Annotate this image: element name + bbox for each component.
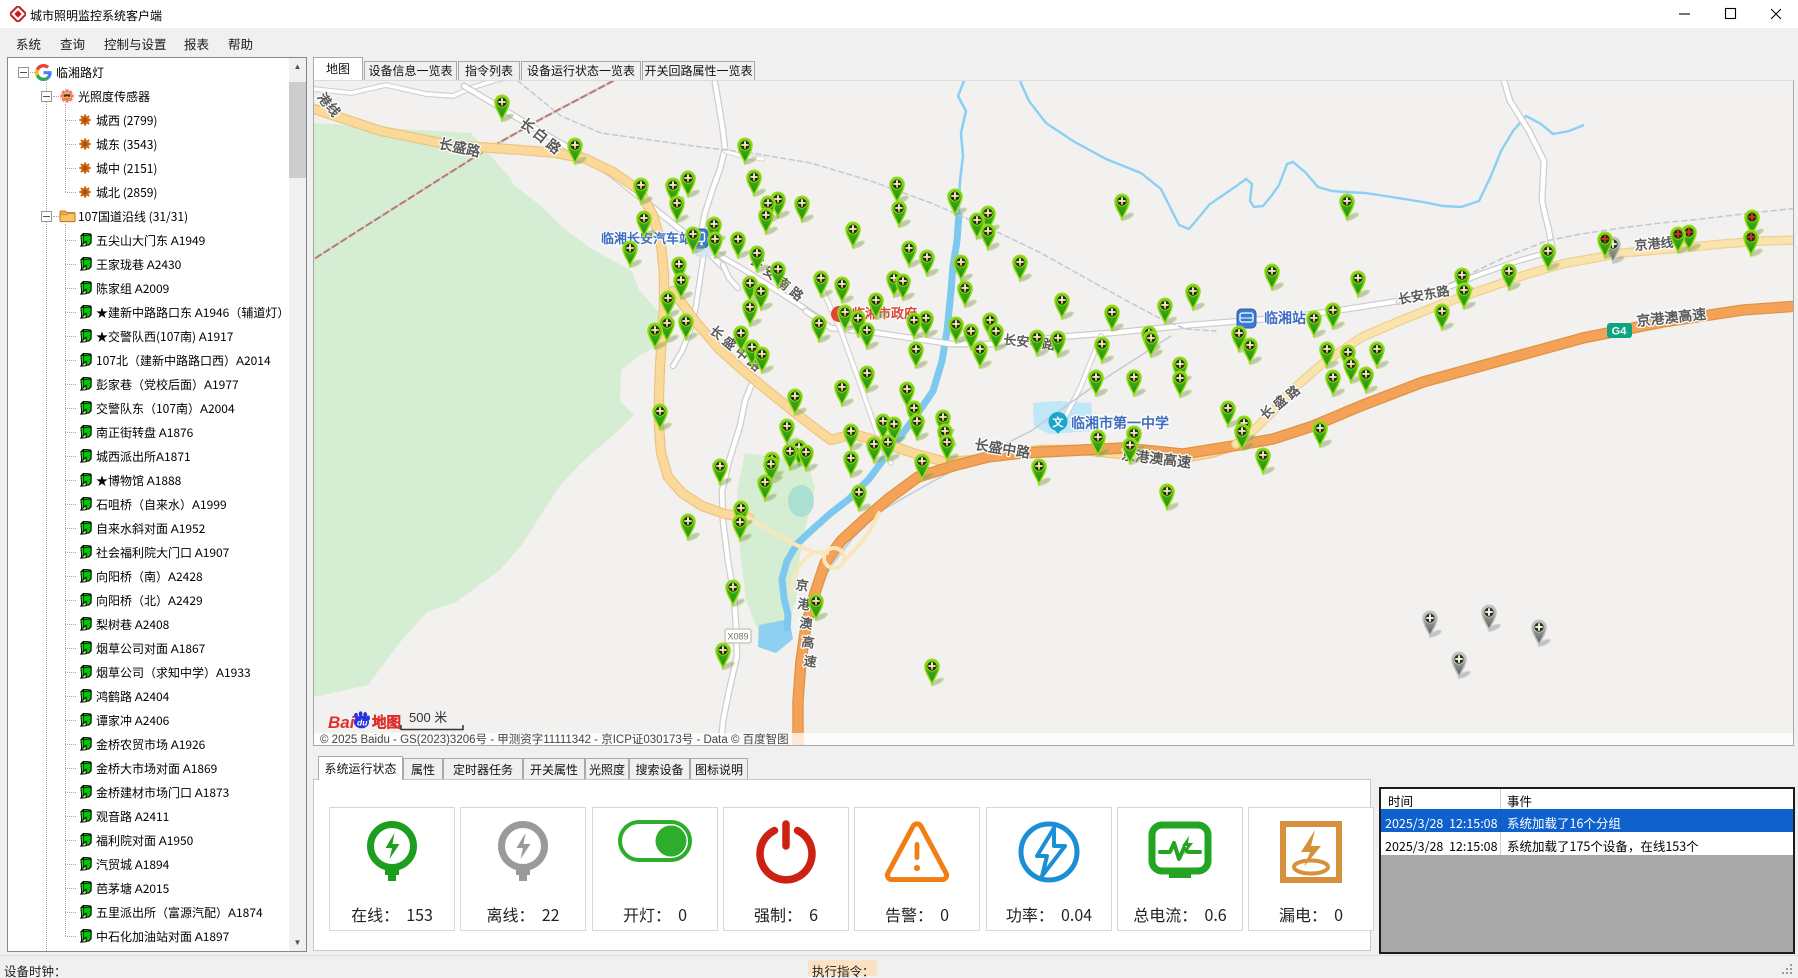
svg-text:临湘市第一中学: 临湘市第一中学 <box>1071 415 1169 431</box>
svg-text:© 2025 Baidu - GS(2023)3206号 -: © 2025 Baidu - GS(2023)3206号 - 甲测资字11111… <box>320 732 789 746</box>
svg-text:速: 速 <box>803 653 818 670</box>
svg-text:地图: 地图 <box>372 714 401 732</box>
svg-text:Bai: Bai <box>328 713 356 732</box>
svg-text:500 米: 500 米 <box>409 710 447 725</box>
svg-text:X089: X089 <box>727 632 748 642</box>
svg-text:路: 路 <box>1283 382 1303 402</box>
svg-text:路: 路 <box>787 284 807 304</box>
svg-text:长安东路: 长安东路 <box>1397 283 1452 307</box>
svg-text:京: 京 <box>795 577 810 594</box>
svg-text:du: du <box>357 718 368 728</box>
svg-text:长盛中路: 长盛中路 <box>974 436 1033 461</box>
svg-text:京港线: 京港线 <box>1634 235 1674 253</box>
svg-text:京港澳高速: 京港澳高速 <box>1636 306 1707 329</box>
svg-text:G4: G4 <box>1612 326 1628 338</box>
svg-text:澳: 澳 <box>799 615 815 632</box>
svg-text:高: 高 <box>801 634 816 651</box>
svg-text:长盛路: 长盛路 <box>437 135 482 160</box>
svg-text:文: 文 <box>1053 415 1065 429</box>
svg-text:临湘站: 临湘站 <box>1264 310 1306 326</box>
